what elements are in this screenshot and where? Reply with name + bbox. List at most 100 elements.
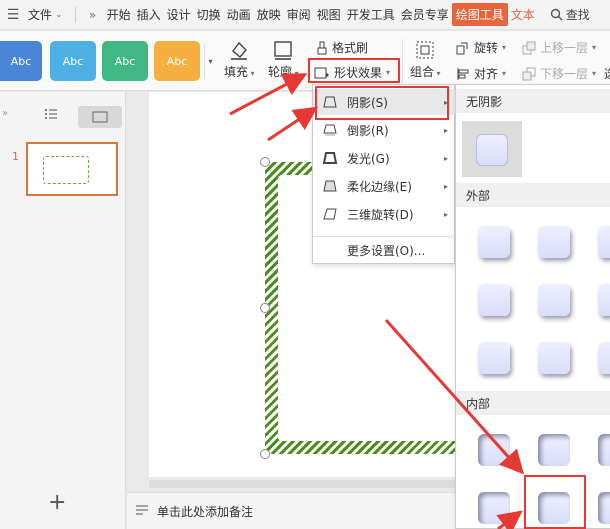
align-icon <box>457 67 469 80</box>
align-button[interactable]: 对齐 ▾ <box>456 65 506 82</box>
slide-thumbnail[interactable] <box>26 142 118 196</box>
outer-shadow-option[interactable] <box>598 284 610 316</box>
add-slide-icon[interactable]: + <box>48 490 66 515</box>
slide-number: 1 <box>12 150 19 163</box>
tab-text-tools[interactable]: 文本 <box>508 6 538 23</box>
double-chevron-icon[interactable]: » <box>82 8 104 22</box>
resize-handle[interactable] <box>260 157 270 167</box>
outer-shadow-option[interactable] <box>478 226 510 258</box>
caret-down-icon: ▾ <box>502 69 507 78</box>
chevron-down-icon: ⌄ <box>55 9 63 20</box>
outer-shadow-option[interactable] <box>598 226 610 258</box>
outline-label: 轮廓 <box>268 65 293 79</box>
outer-shadow-option[interactable] <box>538 342 570 374</box>
menu-item-label: 倒影(R) <box>347 123 389 138</box>
file-menu[interactable]: 文件 ⌄ <box>26 6 69 23</box>
tab-design[interactable]: 设计 <box>164 6 194 23</box>
format-painter-label: 格式刷 <box>332 41 369 55</box>
caret-down-icon: ▾ <box>592 69 597 78</box>
search-label: 查找 <box>565 8 590 22</box>
3d-rotation-icon <box>321 207 339 221</box>
highlight-inner-shadow-option <box>524 475 586 529</box>
menu-item-glow[interactable]: 发光(G) ▸ <box>313 145 456 171</box>
send-backward-label: 下移一层 <box>540 67 589 81</box>
inner-shadow-option[interactable] <box>478 434 510 466</box>
style-gallery-scroll[interactable]: ▾ <box>204 43 216 79</box>
menu-item-soft-edges[interactable]: 柔化边缘(E) ▸ <box>313 173 456 199</box>
menu-item-label: 更多设置(O)... <box>347 243 426 258</box>
shape-style-lightblue[interactable]: Abc <box>50 41 96 81</box>
align-label: 对齐 <box>474 67 499 81</box>
outline-icon <box>270 37 296 63</box>
submenu-arrow-icon: ▸ <box>443 125 448 135</box>
no-shadow-header: 无阴影 <box>456 89 610 113</box>
caret-down-icon: ▾ <box>208 56 213 66</box>
menu-item-label: 发光(G) <box>347 151 390 166</box>
resize-handle[interactable] <box>260 449 270 459</box>
fill-label: 填充 <box>224 65 249 79</box>
notes-placeholder: 单击此处添加备注 <box>157 504 254 519</box>
outer-shadow-option[interactable] <box>538 226 570 258</box>
menu-item-label: 柔化边缘(E) <box>347 179 412 194</box>
menu-item-reflection[interactable]: 倒影(R) ▸ <box>313 117 456 143</box>
caret-down-icon: ▾ <box>434 69 441 78</box>
submenu-arrow-icon: ▸ <box>443 153 448 163</box>
outer-shadow-option[interactable] <box>478 284 510 316</box>
outer-shadow-option[interactable] <box>478 342 510 374</box>
outer-shadow-option[interactable] <box>538 284 570 316</box>
panel-tabs: » <box>0 106 126 128</box>
tab-insert[interactable]: 插入 <box>134 6 164 23</box>
tab-slideshow[interactable]: 放映 <box>254 6 284 23</box>
reflection-icon <box>321 123 339 137</box>
inner-shadow-option[interactable] <box>478 492 510 524</box>
outline-button[interactable]: 轮廓 ▾ <box>268 37 299 80</box>
bring-forward-button[interactable]: 上移一层 ▾ <box>522 39 596 56</box>
thumbnail-shape <box>43 156 89 184</box>
horizontal-scrollbar[interactable] <box>149 480 459 488</box>
send-backward-button[interactable]: 下移一层 ▾ <box>522 65 596 82</box>
tab-drawing-tools[interactable]: 绘图工具 <box>451 3 508 26</box>
caret-down-icon: ▾ <box>292 69 299 78</box>
rotate-icon <box>456 42 468 54</box>
search-button[interactable]: 查找 <box>550 6 590 23</box>
caret-down-icon: ▾ <box>248 69 255 78</box>
slide-icon <box>92 111 108 123</box>
bring-forward-icon <box>522 41 536 54</box>
rotate-button[interactable]: 旋转 ▾ <box>456 39 506 56</box>
thumbnail-view-tab[interactable] <box>78 106 122 128</box>
inner-shadow-option[interactable] <box>598 492 610 524</box>
tab-animation[interactable]: 动画 <box>224 6 254 23</box>
menu-item-label: 三维旋转(D) <box>347 207 414 222</box>
tab-review[interactable]: 审阅 <box>284 6 314 23</box>
group-button[interactable]: 组合 ▾ <box>410 37 441 80</box>
tab-member[interactable]: 会员专享 <box>398 6 452 23</box>
shape-style-blue[interactable]: Abc <box>0 41 42 81</box>
shape-style-green[interactable]: Abc <box>102 41 148 81</box>
tab-developer[interactable]: 开发工具 <box>344 6 398 23</box>
send-backward-icon <box>522 67 536 80</box>
submenu-arrow-icon: ▸ <box>443 209 448 219</box>
resize-handle[interactable] <box>260 303 270 313</box>
tab-view[interactable]: 视图 <box>314 6 344 23</box>
collapse-icon[interactable]: » <box>2 108 8 119</box>
menu-item-3d-rotation[interactable]: 三维旋转(D) ▸ <box>313 201 456 227</box>
outer-shadow-option[interactable] <box>598 342 610 374</box>
tab-home[interactable]: 开始 <box>104 6 134 23</box>
shape-style-orange[interactable]: Abc <box>154 41 200 81</box>
divider <box>402 39 403 83</box>
inner-shadow-option[interactable] <box>598 434 610 466</box>
tab-transition[interactable]: 切换 <box>194 6 224 23</box>
select-button[interactable]: 选 <box>604 65 610 82</box>
no-shadow-swatch <box>476 134 508 166</box>
inner-shadow-option[interactable] <box>538 434 570 466</box>
rotate-label: 旋转 <box>474 41 499 55</box>
outline-view-tab[interactable] <box>44 108 58 123</box>
fill-button[interactable]: 填充 ▾ <box>224 37 255 80</box>
divider <box>74 6 76 23</box>
notes-icon <box>135 504 149 519</box>
highlight-shape-effects <box>308 58 400 83</box>
menu-item-more-settings[interactable]: 更多设置(O)... <box>313 237 456 263</box>
format-painter-button[interactable]: 格式刷 <box>316 39 368 56</box>
hamburger-menu-icon[interactable]: ☰ <box>0 7 26 23</box>
search-icon <box>550 8 563 21</box>
